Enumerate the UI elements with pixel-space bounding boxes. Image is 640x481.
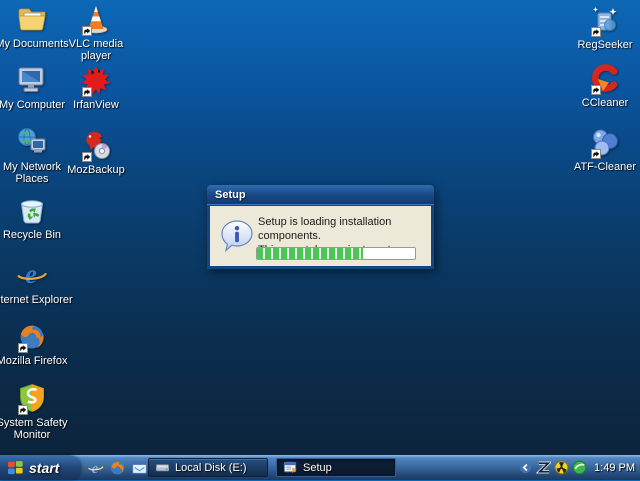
dialog-title-bar[interactable]: Setup [207,185,434,205]
taskbar: start e 1:49 PM Local Disk (E:) Setup [0,455,640,480]
desktop-icon-label: VLC media player [54,38,138,62]
dialog-body: Setup is loading installation components… [210,206,431,266]
desktop-icon-mozilla-firefox[interactable]: Mozilla Firefox [0,320,64,367]
desktop-icon-my-network-places[interactable]: My Network Places [0,126,64,185]
system-tray: 1:49 PM [513,455,640,480]
tray-collapse-chevron-icon[interactable] [518,460,533,475]
taskbar-clock[interactable]: 1:49 PM [594,462,635,474]
shortcut-arrow-icon [591,27,601,37]
task-button-local-disk-e[interactable]: Local Disk (E:) [148,458,268,477]
xp-desktop-screen: { "desktop": { "icons": [ {"name":"my-do… [0,0,640,480]
shortcut-arrow-icon [18,343,28,353]
shortcut-arrow-icon [82,26,92,36]
dialog-title: Setup [215,189,246,201]
desktop-icon-internet-explorer[interactable]: eInternet Explorer [0,259,64,306]
desktop-icon-mozbackup[interactable]: MozBackup [64,129,128,176]
my-network-places-icon [16,126,48,158]
start-button[interactable]: start [0,455,80,480]
internet-explorer-icon: e [16,259,48,291]
vlc-media-player-icon [80,3,112,35]
desktop-icon-ccleaner[interactable]: CCleaner [573,62,637,109]
drive-icon [155,460,170,475]
desktop-icon-label: Recycle Bin [0,229,74,241]
desktop-icon-label: RegSeeker [563,39,640,51]
desktop-icon-regseeker[interactable]: RegSeeker [573,4,637,51]
desktop-icon-vlc-media-player[interactable]: VLC media player [64,3,128,62]
system-safety-monitor-icon [16,382,48,414]
desktop-icon-label: IrfanView [54,99,138,111]
task-button-label: Local Disk (E:) [175,462,247,474]
tray-green-orb-icon[interactable] [572,460,587,475]
ccleaner-icon [589,62,621,94]
mozilla-firefox-icon [16,320,48,352]
svg-text:e: e [92,461,99,476]
info-balloon-icon [220,219,254,253]
shortcut-arrow-icon [82,87,92,97]
my-computer-icon [16,64,48,96]
mozbackup-icon [80,129,112,161]
svg-text:e: e [25,259,37,289]
quick-launch-firefox-icon[interactable] [109,459,126,476]
shortcut-arrow-icon [591,149,601,159]
desktop-icon-label: System Safety Monitor [0,417,74,441]
windows-flag-icon [7,460,24,475]
shortcut-arrow-icon [18,405,28,415]
task-button-setup[interactable]: Setup [276,458,396,477]
desktop-icon-label: Mozilla Firefox [0,355,74,367]
task-button-label: Setup [303,462,332,474]
desktop-icon-recycle-bin[interactable]: Recycle Bin [0,194,64,241]
quick-launch-internet-explorer-icon[interactable]: e [87,459,104,476]
desktop-icon-label: MozBackup [54,164,138,176]
tray-z-logo-icon[interactable] [536,460,551,475]
atf-cleaner-icon [589,126,621,158]
progress-fill [257,248,363,259]
shortcut-arrow-icon [591,85,601,95]
setup-dialog: Setup Setup is loading installation comp… [207,185,434,269]
irfanview-icon [80,64,112,96]
recycle-bin-icon [16,194,48,226]
tray-radiation-icon[interactable] [554,460,569,475]
desktop-icon-label: ATF-Cleaner [563,161,640,173]
desktop-icon-irfanview[interactable]: IrfanView [64,64,128,111]
desktop-icon-system-safety-monitor[interactable]: System Safety Monitor [0,382,64,441]
progress-bar [256,247,416,260]
installer-icon [283,460,298,475]
regseeker-icon [589,4,621,36]
desktop-icon-label: Internet Explorer [0,294,74,306]
desktop-icon-atf-cleaner[interactable]: ATF-Cleaner [573,126,637,173]
quick-launch: e [87,459,148,476]
desktop-icon-label: CCleaner [563,97,640,109]
my-documents-icon [16,3,48,35]
quick-launch-window-icon[interactable] [131,459,148,476]
start-label: start [29,460,59,476]
shortcut-arrow-icon [82,152,92,162]
dialog-message-line1: Setup is loading installation components… [258,215,430,243]
